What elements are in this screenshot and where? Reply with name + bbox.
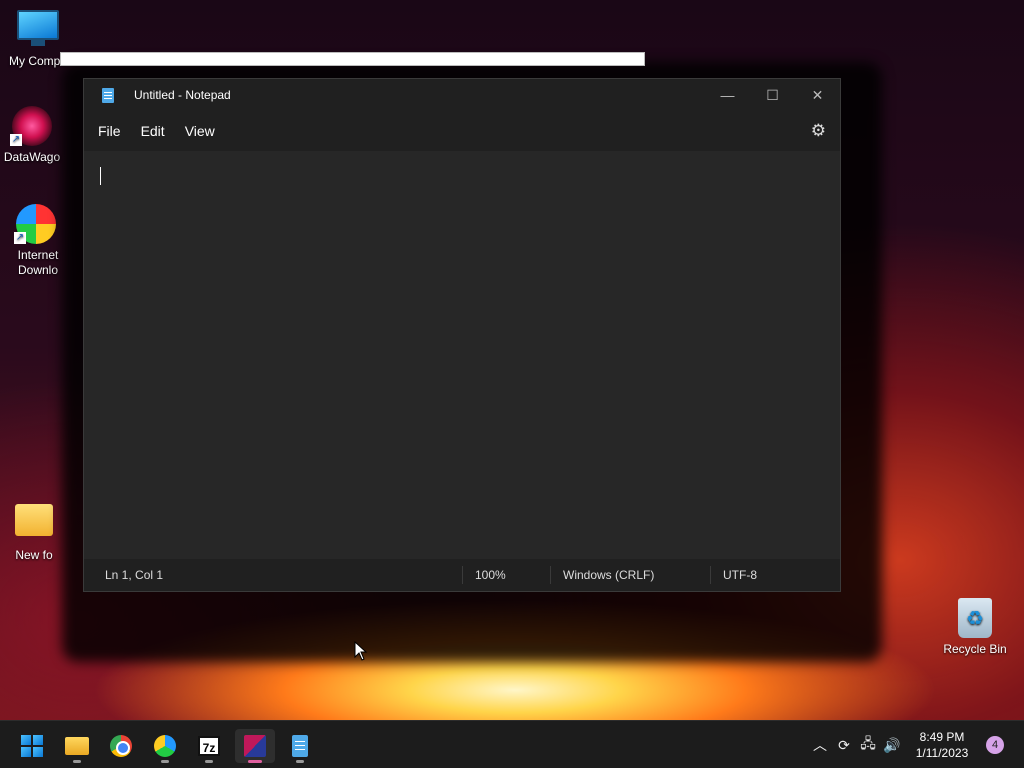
windows-logo-icon bbox=[21, 735, 43, 757]
taskbar-winrar[interactable] bbox=[235, 729, 275, 763]
datawago-icon: ↗ bbox=[10, 106, 54, 146]
desktop-icon-label: Recycle Bin bbox=[943, 642, 1007, 656]
status-bar: Ln 1, Col 1 100% Windows (CRLF) UTF-8 bbox=[84, 559, 840, 591]
maximize-icon: ☐ bbox=[766, 86, 779, 103]
settings-button[interactable]: ⚙ bbox=[811, 121, 826, 141]
start-button[interactable] bbox=[12, 729, 52, 763]
gear-icon: ⚙ bbox=[810, 121, 826, 140]
desktop-icon-recycle-bin[interactable]: ♻ Recycle Bin bbox=[937, 598, 1013, 657]
chrome-icon bbox=[110, 735, 132, 757]
taskbar: 7z ︿ ⟳ 🖧 🔊 8:49 PM 1/11/2023 4 bbox=[0, 720, 1024, 768]
close-button[interactable]: ✕ bbox=[795, 79, 840, 111]
network-icon: 🖧 bbox=[860, 735, 876, 751]
menu-edit[interactable]: Edit bbox=[131, 115, 175, 147]
system-tray: ︿ ⟳ 🖧 🔊 8:49 PM 1/11/2023 4 bbox=[808, 721, 1024, 768]
status-cursor-position: Ln 1, Col 1 bbox=[105, 568, 164, 582]
clock-date: 1/11/2023 bbox=[915, 746, 969, 760]
notepad-icon bbox=[102, 87, 114, 103]
recycle-bin-icon: ♻ bbox=[953, 598, 997, 638]
window-title: Untitled - Notepad bbox=[134, 88, 231, 102]
desktop-icon-label: Internet Downlo bbox=[17, 248, 59, 277]
status-zoom: 100% bbox=[462, 566, 550, 584]
desktop-icon-datawago[interactable]: ↗ DataWago bbox=[0, 106, 70, 165]
speaker-icon: 🔊 bbox=[883, 736, 901, 753]
chevron-up-icon: ︿ bbox=[813, 737, 827, 753]
taskbar-internet-download-manager[interactable] bbox=[145, 729, 185, 763]
desktop-icon-label: DataWago bbox=[3, 150, 61, 164]
idm-icon bbox=[154, 735, 176, 757]
background-window-strip bbox=[60, 52, 645, 66]
sync-status-button[interactable]: ⟳ bbox=[832, 721, 856, 768]
network-button[interactable]: 🖧 bbox=[856, 721, 880, 768]
text-caret bbox=[100, 167, 101, 185]
show-hidden-icons-button[interactable]: ︿ bbox=[808, 721, 832, 768]
sync-icon: ⟳ bbox=[838, 736, 850, 753]
taskbar-file-explorer[interactable] bbox=[57, 729, 97, 763]
minimize-button[interactable]: — bbox=[705, 79, 750, 111]
notepad-window: Untitled - Notepad — ☐ ✕ File Edit View … bbox=[83, 78, 841, 592]
shortcut-arrow-icon: ↗ bbox=[14, 232, 26, 244]
title-bar[interactable]: Untitled - Notepad — ☐ ✕ bbox=[84, 79, 840, 111]
status-encoding: UTF-8 bbox=[710, 566, 769, 584]
status-line-ending: Windows (CRLF) bbox=[550, 566, 710, 584]
taskbar-7zip[interactable]: 7z bbox=[189, 729, 229, 763]
notepad-icon bbox=[292, 735, 308, 757]
taskbar-chrome[interactable] bbox=[101, 729, 141, 763]
folder-icon bbox=[12, 504, 56, 544]
menu-file[interactable]: File bbox=[88, 115, 131, 147]
idm-icon: ↗ bbox=[14, 204, 58, 244]
folder-icon bbox=[65, 737, 89, 755]
clock-time: 8:49 PM bbox=[919, 730, 965, 744]
maximize-button[interactable]: ☐ bbox=[750, 79, 795, 111]
7zip-icon: 7z bbox=[198, 736, 220, 756]
close-icon: ✕ bbox=[811, 86, 824, 103]
text-editor[interactable] bbox=[84, 151, 840, 559]
clock[interactable]: 8:49 PM 1/11/2023 bbox=[904, 729, 980, 761]
shortcut-arrow-icon: ↗ bbox=[10, 134, 22, 146]
notification-badge[interactable]: 4 bbox=[986, 736, 1004, 754]
menu-bar: File Edit View ⚙ bbox=[84, 111, 840, 151]
volume-button[interactable]: 🔊 bbox=[880, 721, 904, 768]
taskbar-notepad[interactable] bbox=[280, 729, 320, 763]
winrar-icon bbox=[244, 735, 266, 757]
minimize-icon: — bbox=[720, 87, 735, 103]
computer-icon bbox=[16, 10, 60, 50]
menu-view[interactable]: View bbox=[175, 115, 225, 147]
